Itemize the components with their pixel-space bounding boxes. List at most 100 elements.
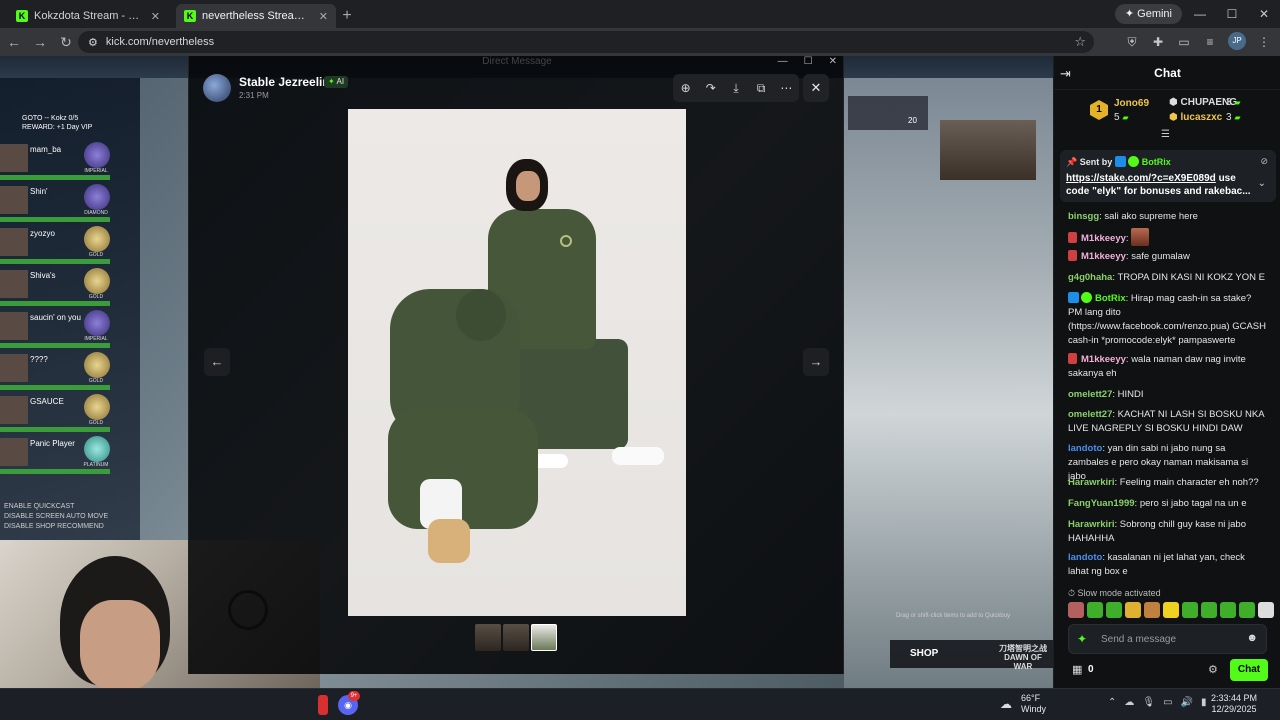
send-chat-button[interactable]: Chat [1230, 659, 1268, 681]
chat-username[interactable]: binsgg [1068, 211, 1099, 222]
lightbox-close-button[interactable]: ✕ [803, 74, 829, 102]
pinned-message[interactable]: 📌 Sent by BotRix ⊘ https://stake.com/?c=… [1060, 150, 1276, 202]
kick-favicon-icon: K [184, 10, 196, 22]
lightbox-photo[interactable] [348, 109, 686, 616]
thumbnail[interactable] [503, 624, 529, 651]
chat-username[interactable]: landoto [1068, 443, 1102, 454]
chat-username[interactable]: Harawrkiri [1068, 519, 1114, 530]
browser-menu-icon[interactable]: ⋮ [1256, 32, 1272, 52]
weather-widget[interactable]: 66°F Windy [1021, 693, 1046, 715]
cast-icon[interactable]: ▭ [1176, 32, 1192, 52]
emote-icon[interactable] [1144, 602, 1160, 618]
filter-icon[interactable]: ☰ [1161, 129, 1170, 140]
popup-close-icon[interactable]: ✕ [829, 56, 837, 68]
app-icon[interactable] [318, 695, 328, 715]
emote-icon[interactable] [1220, 602, 1236, 618]
chat-username[interactable]: landoto [1068, 552, 1102, 563]
chat-message: M1kkeeyy: wala naman daw nag invite saka… [1068, 353, 1246, 379]
popup-maximize-icon[interactable]: ☐ [804, 56, 813, 68]
emote-quickbar [1068, 602, 1274, 618]
bookmark-star-icon[interactable]: ☆ [1074, 34, 1086, 50]
browser-tab-kokzdota[interactable]: K Kokzdota Stream - Watch Live ✕ [8, 4, 168, 28]
chat-settings-icon[interactable]: ⚙ [1208, 663, 1218, 676]
kick-sparkle-icon[interactable]: ✦ [1077, 632, 1087, 646]
browser-tab-nevertheless[interactable]: K nevertheless Stream - Watch Live ✕ [176, 4, 336, 28]
microphone-icon[interactable]: 🎙 [1142, 697, 1155, 708]
site-info-icon[interactable]: ⚙ [88, 36, 98, 49]
emote-icon[interactable] [1068, 602, 1084, 618]
new-tab-button[interactable]: + [336, 4, 358, 28]
next-image-button[interactable]: → [803, 348, 829, 376]
chat-username[interactable]: Harawrkiri [1068, 477, 1114, 488]
cloud-icon[interactable]: ☁ [1124, 697, 1134, 708]
pinned-link[interactable]: https://stake.com/?c=eX9E089d [1066, 173, 1216, 184]
more-options-icon[interactable]: ⋯ [778, 81, 794, 95]
emote-icon[interactable] [1182, 602, 1198, 618]
chat-message: FangYuan1999: pero si jabo tagal na un e [1068, 498, 1247, 509]
emote-icon[interactable] [1258, 602, 1274, 618]
tray-chevron-icon[interactable]: ⌃ [1108, 697, 1116, 708]
window-controls: — ☐ ✕ [1184, 0, 1280, 28]
maximize-icon[interactable]: ☐ [1216, 0, 1248, 28]
hero-portrait [0, 186, 28, 214]
emote-icon[interactable] [1131, 228, 1150, 246]
emoji-picker-icon[interactable]: ☻ [1246, 632, 1258, 644]
previous-image-button[interactable]: ← [204, 348, 230, 376]
emote-icon[interactable] [1087, 602, 1103, 618]
chat-username[interactable]: BotRix [1095, 293, 1126, 304]
expand-pin-icon[interactable]: ⌄ [1258, 178, 1266, 189]
forward-icon[interactable]: → [28, 34, 52, 50]
bot-badge-icon [1114, 156, 1126, 167]
minimize-icon[interactable]: — [1184, 0, 1216, 28]
thumbnail-selected[interactable] [531, 624, 557, 651]
zoom-in-icon[interactable]: ⊕ [678, 81, 694, 95]
share-icon[interactable]: ↷ [703, 81, 719, 95]
back-icon[interactable]: ← [2, 34, 26, 50]
shield-icon[interactable]: ⛨ [1124, 32, 1140, 52]
chat-username[interactable]: FangYuan1999 [1068, 498, 1135, 509]
chat-username[interactable]: omelett27 [1068, 389, 1112, 400]
open-external-icon[interactable]: ⧉ [753, 81, 769, 96]
clock-time: 2:33:44 PM [1210, 693, 1258, 703]
emote-icon[interactable] [1125, 602, 1141, 618]
chat-message-input[interactable]: ✦ Send a message ☻ [1068, 624, 1267, 654]
author-avatar[interactable] [203, 74, 231, 102]
leader-name[interactable]: ⬢ lucaszxc [1169, 112, 1222, 123]
author-name[interactable]: Stable Jezreelino [239, 75, 337, 89]
chat-message: BotRix: Hirap mag cash-in sa stake? PM l… [1068, 292, 1266, 346]
tab-close-icon[interactable]: ✕ [319, 10, 328, 23]
rank-medal-icon [84, 436, 110, 462]
chat-username[interactable]: M1kkeeyy [1081, 233, 1126, 244]
hide-pin-icon[interactable]: ⊘ [1260, 156, 1268, 167]
bot-badge-icon [1068, 292, 1079, 303]
reload-icon[interactable]: ↻ [54, 34, 78, 51]
network-icon[interactable]: ▭ [1163, 697, 1172, 708]
profile-avatar[interactable]: JP [1228, 32, 1246, 50]
leader-name[interactable]: Jono69 [1114, 98, 1149, 109]
windows-taskbar: ◉ 9+ ☁ 66°F Windy ⌃ ☁ 🎙 ▭ 🔊 ▮ 2:33:44 PM… [0, 688, 1280, 720]
gemini-button[interactable]: ✦ Gemini [1114, 4, 1182, 24]
reading-list-icon[interactable]: ≡ [1202, 32, 1218, 52]
quickcast-option: ENABLE QUICKCAST [4, 503, 75, 510]
weather-icon[interactable]: ☁ [1000, 697, 1012, 711]
chat-username[interactable]: M1kkeeyy [1081, 354, 1126, 365]
address-bar[interactable]: ⚙ kick.com/nevertheless ☆ [78, 31, 1094, 53]
sparkle-icon: ✦ [328, 77, 335, 86]
tab-close-icon[interactable]: ✕ [151, 10, 160, 23]
emote-icon[interactable] [1201, 602, 1217, 618]
download-icon[interactable]: ⤓ [728, 81, 744, 96]
chat-username[interactable]: M1kkeeyy [1081, 251, 1126, 262]
system-clock[interactable]: 2:33:44 PM 12/29/2025 [1206, 693, 1262, 715]
close-window-icon[interactable]: ✕ [1248, 0, 1280, 28]
chat-username[interactable]: omelett27 [1068, 409, 1112, 420]
ai-badge-label: AI [336, 77, 345, 86]
emote-icon[interactable] [1163, 602, 1179, 618]
volume-icon[interactable]: 🔊 [1181, 697, 1193, 708]
emote-icon[interactable] [1239, 602, 1255, 618]
chat-username[interactable]: g4g0haha [1068, 272, 1112, 283]
emote-icon[interactable] [1106, 602, 1122, 618]
extensions-puzzle-icon[interactable]: ✚ [1150, 32, 1166, 52]
popup-minimize-icon[interactable]: — [778, 56, 788, 68]
thumbnail[interactable] [475, 624, 501, 651]
gift-icon[interactable]: ▦ [1072, 663, 1082, 676]
